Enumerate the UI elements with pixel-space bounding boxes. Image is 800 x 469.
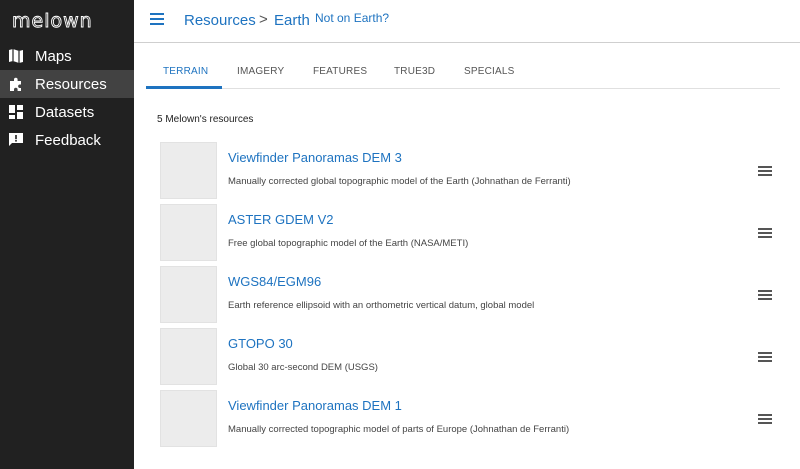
resource-thumbnail[interactable] [160, 328, 217, 385]
puzzle-icon [8, 76, 24, 92]
list-item: WGS84/EGM96 Earth reference ellipsoid wi… [159, 266, 779, 328]
hamburger-menu-icon[interactable] [150, 13, 164, 27]
resource-title[interactable]: ASTER GDEM V2 [228, 212, 333, 227]
resource-description: Global 30 arc-second DEM (USGS) [228, 362, 378, 373]
tab-imagery[interactable]: IMAGERY [237, 66, 284, 77]
row-menu-icon[interactable] [758, 290, 772, 302]
not-on-earth-link[interactable]: Not on Earth? [315, 11, 389, 25]
resource-title[interactable]: WGS84/EGM96 [228, 274, 321, 289]
list-item: ASTER GDEM V2 Free global topographic mo… [159, 204, 779, 266]
resource-title[interactable]: Viewfinder Panoramas DEM 1 [228, 398, 402, 413]
resource-thumbnail[interactable] [160, 204, 217, 261]
sidebar-item-feedback[interactable]: Feedback [0, 126, 134, 154]
sidebar-item-resources[interactable]: Resources [0, 70, 134, 98]
dashboard-icon [8, 104, 24, 120]
resource-thumbnail[interactable] [160, 142, 217, 199]
sidebar-item-label: Maps [35, 47, 72, 65]
tab-specials[interactable]: SPECIALS [464, 66, 515, 77]
map-icon [8, 48, 24, 64]
top-header: Resources > Earth Not on Earth? [134, 0, 800, 43]
sidebar-item-label: Datasets [35, 103, 95, 121]
resource-title[interactable]: GTOPO 30 [228, 336, 293, 351]
list-item: Viewfinder Panoramas DEM 3 Manually corr… [159, 142, 779, 204]
sidebar-item-label: Feedback [35, 131, 101, 149]
row-menu-icon[interactable] [758, 414, 772, 426]
row-menu-icon[interactable] [758, 166, 772, 178]
row-menu-icon[interactable] [758, 352, 772, 364]
resource-title[interactable]: Viewfinder Panoramas DEM 3 [228, 150, 402, 165]
active-tab-indicator [146, 86, 222, 89]
svg-text:melown: melown [12, 10, 93, 32]
list-item: GTOPO 30 Global 30 arc-second DEM (USGS) [159, 328, 779, 390]
breadcrumb-resources[interactable]: Resources [184, 12, 256, 29]
resource-count: 5 Melown's resources [157, 114, 254, 125]
breadcrumb-earth: Earth [274, 12, 310, 29]
row-menu-icon[interactable] [758, 228, 772, 240]
resource-description: Manually corrected topographic model of … [228, 424, 570, 435]
resource-thumbnail[interactable] [160, 266, 217, 323]
resource-description: Free global topographic model of the Ear… [228, 238, 469, 249]
resource-description: Earth reference ellipsoid with an orthom… [228, 300, 535, 311]
tab-bar: TERRAIN IMAGERY FEATURES TRUE3D SPECIALS [146, 57, 780, 89]
resource-list: Viewfinder Panoramas DEM 3 Manually corr… [159, 142, 779, 452]
tab-features[interactable]: FEATURES [313, 66, 367, 77]
sidebar-item-maps[interactable]: Maps [0, 42, 134, 70]
resource-thumbnail[interactable] [160, 390, 217, 447]
sidebar: melown Maps Resources Datasets Feedback [0, 0, 134, 469]
breadcrumb-separator: > [259, 11, 268, 28]
feedback-icon [8, 132, 24, 148]
tab-true3d[interactable]: TRUE3D [394, 66, 435, 77]
tab-terrain[interactable]: TERRAIN [163, 66, 208, 77]
sidebar-item-label: Resources [35, 75, 107, 93]
sidebar-nav: Maps Resources Datasets Feedback [0, 42, 134, 154]
resource-description: Manually corrected global topographic mo… [228, 176, 571, 187]
sidebar-item-datasets[interactable]: Datasets [0, 98, 134, 126]
melown-logo[interactable]: melown [12, 10, 102, 32]
list-item: Viewfinder Panoramas DEM 1 Manually corr… [159, 390, 779, 452]
